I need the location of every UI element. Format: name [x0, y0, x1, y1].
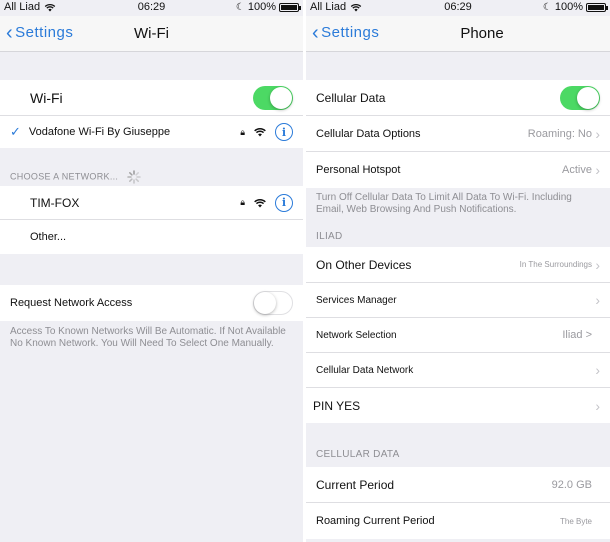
- wifi-icon: [254, 198, 266, 207]
- cellular-data-network-row[interactable]: Cellular Data Network ›: [306, 353, 610, 388]
- wifi-toggle-row: Wi-Fi: [0, 80, 303, 116]
- checkmark-icon: ✓: [10, 124, 21, 139]
- page-title: Wi-Fi: [134, 25, 169, 42]
- network-row-tim-fox[interactable]: TIM-FOX 🔒︎ i: [0, 186, 303, 220]
- wifi-toggle[interactable]: [253, 85, 293, 110]
- usage-group: Current Period 92.0 GB Roaming Current P…: [306, 467, 610, 539]
- cellular-data-row: Cellular Data: [306, 80, 610, 116]
- chevron-right-icon: ›: [595, 397, 600, 414]
- hotspot-label: Personal Hotspot: [316, 164, 401, 176]
- chevron-right-icon: ›: [595, 162, 600, 178]
- services-manager-row[interactable]: Services Manager ›: [306, 283, 610, 318]
- roaming-current-period-label: Roaming Current Period: [316, 515, 435, 527]
- chevron-right-icon: ›: [595, 362, 600, 378]
- on-other-devices-label: On Other Devices: [316, 257, 412, 272]
- navigation-bar: ‹ Settings Wi-Fi: [0, 16, 303, 52]
- cellular-data-header: CELLULAR DATA: [316, 449, 400, 460]
- battery-percent: 100%: [247, 1, 276, 13]
- moon-icon: ☾: [542, 1, 552, 13]
- iliad-group: On Other Devices In The Surroundings › S…: [306, 247, 610, 423]
- hotspot-row[interactable]: Personal Hotspot Active ›: [306, 152, 610, 188]
- battery-percent: 100%: [554, 1, 583, 13]
- cellular-group: Cellular Data Cellular Data Options Roam…: [306, 80, 610, 188]
- status-bar: All Liad 06:29 ☾ 100%: [306, 0, 610, 16]
- info-icon[interactable]: i: [275, 193, 293, 212]
- page-title: Phone: [460, 25, 504, 42]
- roaming-current-period-value: The Byte: [559, 516, 592, 526]
- battery-icon: [279, 2, 301, 12]
- current-period-label: Current Period: [316, 477, 395, 492]
- network-row-other[interactable]: Other...: [0, 220, 303, 254]
- wifi-icon: [254, 128, 266, 137]
- on-other-devices-value: In The Surroundings: [519, 260, 592, 269]
- chevron-right-icon: ›: [595, 125, 600, 142]
- network-selection-row[interactable]: Network Selection Iliad >: [306, 318, 610, 353]
- lock-icon: 🔒︎: [240, 197, 245, 207]
- cellular-data-toggle[interactable]: [560, 85, 600, 110]
- request-access-footnote: Access To Known Networks Will Be Automat…: [10, 326, 286, 349]
- chevron-right-icon: ›: [595, 256, 600, 273]
- hotspot-value: Active: [562, 164, 592, 176]
- status-bar: All Liad 06:29 ☾ 100%: [0, 0, 303, 16]
- current-period-value: 92.0 GB: [551, 478, 592, 491]
- request-access-row: Request Network Access: [0, 285, 303, 321]
- spinner-icon: [127, 170, 141, 184]
- cellular-options-label: Cellular Data Options: [316, 127, 421, 140]
- network-name: Other...: [30, 231, 67, 243]
- on-other-devices-row[interactable]: On Other Devices In The Surroundings ›: [306, 247, 610, 283]
- choose-network-header: CHOOSE A NETWORK...: [10, 170, 141, 184]
- cellular-footnote: Turn Off Cellular Data To Limit All Data…: [316, 192, 572, 215]
- info-icon[interactable]: i: [275, 123, 293, 141]
- roaming-current-period-row: Roaming Current Period The Byte: [306, 503, 610, 539]
- chevron-right-icon: ›: [595, 292, 600, 308]
- request-access-toggle[interactable]: [253, 291, 293, 315]
- network-selection-label: Network Selection: [316, 329, 397, 341]
- services-manager-label: Services Manager: [316, 294, 397, 306]
- pin-label: PIN YES: [313, 398, 361, 413]
- chevron-left-icon: ‹: [312, 21, 320, 44]
- networks-group: TIM-FOX 🔒︎ i Other...: [0, 186, 303, 254]
- network-selection-value: Iliad >: [562, 329, 592, 341]
- request-access-group: Request Network Access: [0, 285, 303, 321]
- wifi-group: Wi-Fi ✓ Vodafone Wi-Fi By Giuseppe 🔒︎ i: [0, 80, 303, 148]
- pin-row[interactable]: PIN YES ›: [306, 388, 610, 423]
- wifi-settings-screen: All Liad 06:29 ☾ 100% ‹ Settings Wi-Fi W…: [0, 0, 303, 542]
- battery-icon: [586, 2, 608, 12]
- lock-icon: 🔒︎: [240, 126, 245, 137]
- moon-icon: ☾: [235, 1, 245, 13]
- current-period-row: Current Period 92.0 GB: [306, 467, 610, 503]
- phone-settings-screen: All Liad 06:29 ☾ 100% ‹ Settings Phone C…: [306, 0, 610, 542]
- cellular-options-value: Roaming: No: [527, 127, 592, 140]
- connected-network-row[interactable]: ✓ Vodafone Wi-Fi By Giuseppe 🔒︎ i: [0, 116, 303, 148]
- cellular-options-row[interactable]: Cellular Data Options Roaming: No ›: [306, 116, 610, 152]
- navigation-bar: ‹ Settings Phone: [306, 16, 610, 52]
- iliad-header: ILIAD: [316, 231, 343, 242]
- cellular-data-network-label: Cellular Data Network: [316, 364, 414, 376]
